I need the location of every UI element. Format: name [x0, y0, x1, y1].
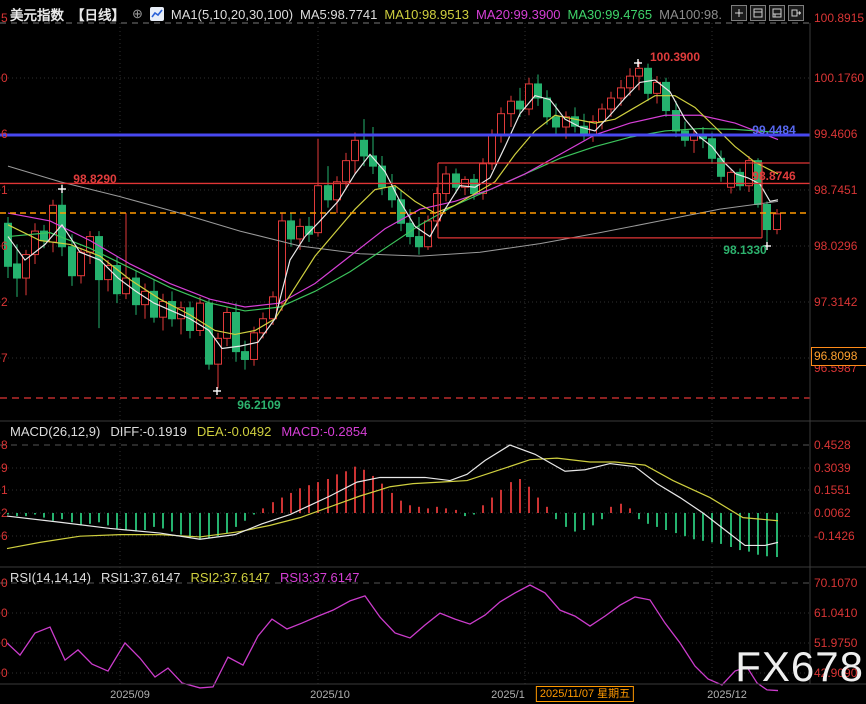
candle-body — [5, 223, 12, 266]
candle-body — [489, 135, 496, 164]
candle-body — [251, 333, 258, 360]
candle-body — [242, 352, 249, 360]
interval-label: 【日线】 — [71, 4, 125, 24]
ma20-value: MA20:99.3900 — [476, 7, 561, 22]
candle-body — [673, 111, 680, 131]
ma5-line — [8, 80, 778, 348]
ma10-value: MA10:98.9513 — [384, 7, 469, 22]
ma5-value: MA5:98.7741 — [300, 7, 377, 22]
pane-expand-icon[interactable] — [788, 5, 804, 21]
candle-body — [544, 98, 551, 117]
candle-body — [224, 312, 231, 338]
macd-diff-value: DIFF:-0.1919 — [110, 424, 187, 439]
candle-body — [517, 101, 524, 109]
macd-value: MACD:-0.2854 — [281, 424, 367, 439]
rsi-line — [7, 585, 778, 691]
ma100-value: MA100:98. — [659, 7, 722, 22]
circle-plus-icon[interactable]: ⊕ — [132, 6, 143, 22]
candle-body — [774, 214, 781, 230]
candle-body — [764, 204, 771, 229]
chart-toolbar — [731, 5, 804, 21]
candle-body — [618, 88, 625, 98]
candle-body — [334, 182, 341, 200]
symbol-title: 美元指数 — [10, 4, 64, 24]
rsi-params: RSI(14,14,14) — [10, 570, 91, 585]
rsi1-value: RSI1:37.6147 — [101, 570, 181, 585]
crosshair-move-icon[interactable] — [731, 5, 747, 21]
candle-body — [343, 161, 350, 182]
watermark: FX678 — [735, 644, 864, 690]
candle-body — [746, 161, 753, 186]
kline-style-icon[interactable] — [150, 7, 164, 21]
candle-body — [14, 264, 21, 278]
candle-body — [498, 114, 505, 135]
rsi2-value: RSI2:37.6147 — [190, 570, 270, 585]
candle-body — [160, 302, 167, 318]
candle-body — [608, 98, 615, 109]
candle-body — [508, 101, 515, 114]
candle-body — [288, 221, 295, 239]
candle-body — [453, 174, 460, 187]
macd-params: MACD(26,12,9) — [10, 424, 100, 439]
overlay-window-icon[interactable] — [750, 5, 766, 21]
candle-body — [142, 291, 149, 304]
candle-body — [709, 139, 716, 159]
candle-body — [416, 237, 423, 247]
macd-dea-value: DEA:-0.0492 — [197, 424, 271, 439]
candle-body — [553, 117, 560, 127]
candle-body — [69, 247, 76, 276]
candle-body — [78, 252, 85, 275]
rsi-header: RSI(14,14,14) RSI1:37.6147 RSI2:37.6147 … — [10, 570, 359, 585]
macd-header: MACD(26,12,9) DIFF:-0.1919 DEA:-0.0492 M… — [10, 424, 367, 439]
ma-set-label: MA1(5,10,20,30,100) — [171, 7, 293, 22]
candle-body — [636, 68, 643, 76]
candle-body — [325, 186, 332, 200]
indicator-window-icon[interactable] — [769, 5, 785, 21]
candle-body — [361, 140, 368, 156]
candle-body — [297, 226, 304, 239]
rsi3-value: RSI3:37.6147 — [280, 570, 360, 585]
chart-app: 100.8915100.176099.460698.745198.029697.… — [0, 0, 866, 704]
price-chart-canvas[interactable] — [0, 0, 866, 704]
candle-body — [728, 172, 735, 187]
price-tag-box: 96.8098 — [811, 347, 866, 366]
chart-header: 美元指数 【日线】 ⊕ MA1(5,10,20,30,100) MA5:98.7… — [10, 4, 722, 24]
candle-body — [352, 140, 359, 160]
candle-body — [599, 109, 606, 122]
candle-body — [627, 76, 634, 88]
ma30-value: MA30:99.4765 — [568, 7, 653, 22]
